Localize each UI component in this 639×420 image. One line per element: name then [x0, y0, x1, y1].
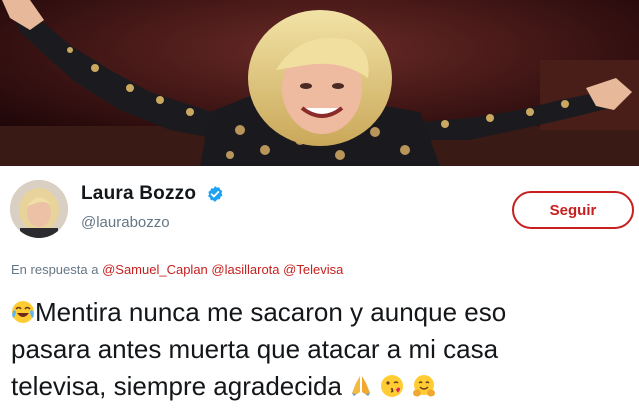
user-handle[interactable]: @laurabozzo [81, 214, 170, 231]
reply-context: En respuesta a @Samuel_Caplan @lasillaro… [11, 262, 343, 277]
follow-button[interactable]: Seguir [512, 191, 634, 229]
verified-badge-icon [208, 186, 223, 202]
tweet-card: Laura Bozzo @laurabozzo Seguir En respue… [0, 166, 639, 420]
mention-link[interactable]: @lasillarota [211, 262, 279, 277]
hugging-face-icon [412, 374, 436, 398]
face-blowing-kiss-icon [380, 374, 404, 398]
tweet-text-line: Mentira nunca me sacaron y aunque eso [11, 294, 639, 331]
folded-hands-icon [349, 374, 373, 398]
reply-prefix: En respuesta a [11, 262, 99, 277]
display-name[interactable]: Laura Bozzo [81, 183, 196, 205]
tweet-text-line-2: pasara antes muerta que atacar a mi casa [11, 334, 499, 364]
mention-link[interactable]: @Samuel_Caplan [102, 262, 208, 277]
header-photo [0, 0, 639, 166]
tweet-text: Mentira nunca me sacaron y aunque eso pa… [11, 294, 639, 405]
tweet-text-line: televisa, siempre agradecida [11, 368, 639, 405]
avatar[interactable] [10, 180, 68, 238]
avatar-image [10, 180, 68, 238]
tweet-text-line-1: Mentira nunca me sacaron y aunque eso [35, 297, 507, 327]
face-with-tears-of-joy-icon [11, 300, 35, 324]
photo-illustration [0, 0, 639, 166]
mention-link[interactable]: @Televisa [283, 262, 343, 277]
tweet-text-line-3: televisa, siempre agradecida [11, 371, 342, 401]
